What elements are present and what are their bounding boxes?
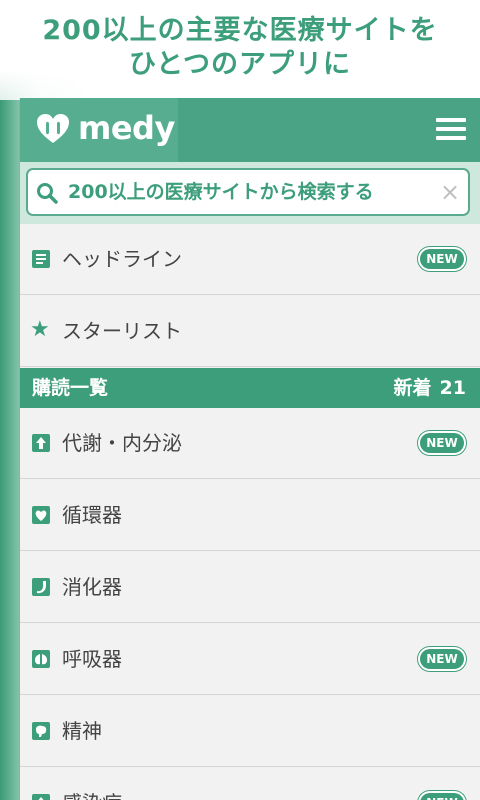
search-bar: 200以上の医療サイトから検索する ×	[20, 162, 480, 224]
new-badge: NEW	[418, 647, 466, 671]
new-count: 新着 21	[394, 368, 466, 408]
hamburger-menu-icon[interactable]	[436, 116, 466, 142]
document-icon	[32, 250, 50, 268]
heart-organ-icon	[32, 506, 50, 524]
app-header: medy	[20, 98, 480, 162]
new-badge: NEW	[418, 791, 466, 800]
menu-item-starlist[interactable]: ★ スターリスト	[20, 296, 480, 367]
lungs-icon	[32, 650, 50, 668]
promo-headline: 200以上の主要な医療サイトを ひとつのアプリに	[0, 14, 480, 82]
category-label: 代謝・内分泌	[62, 431, 182, 455]
category-respiratory[interactable]: 呼吸器 NEW	[20, 624, 480, 695]
stomach-icon	[32, 578, 50, 596]
metabolism-icon	[32, 434, 50, 452]
brain-icon	[32, 722, 50, 740]
category-cardiovascular[interactable]: 循環器	[20, 480, 480, 551]
category-digestive[interactable]: 消化器	[20, 552, 480, 623]
heart-logo-icon	[37, 114, 69, 143]
category-infection[interactable]: 感染症 NEW	[20, 768, 480, 800]
search-input[interactable]: 200以上の医療サイトから検索する ×	[26, 168, 470, 216]
menu-item-headline[interactable]: ヘッドライン NEW	[20, 224, 480, 295]
virus-icon	[32, 794, 50, 800]
subscription-header: 購読一覧 新着 21	[20, 368, 480, 408]
promo-line-1: 200以上の主要な医療サイトを	[42, 15, 438, 46]
new-badge: NEW	[418, 431, 466, 455]
new-count-value: 21	[439, 377, 466, 399]
menu-item-label: スターリスト	[62, 319, 182, 343]
logo-text: medy	[78, 109, 175, 147]
promo-line-2: ひとつのアプリに	[128, 49, 352, 80]
category-label: 消化器	[62, 575, 122, 599]
new-label: 新着	[393, 377, 432, 399]
search-placeholder: 200以上の医療サイトから検索する	[68, 181, 374, 203]
star-icon: ★	[30, 317, 50, 342]
clear-icon[interactable]: ×	[440, 180, 460, 204]
category-metabolism[interactable]: 代謝・内分泌 NEW	[20, 408, 480, 479]
app-screen: medy 200以上の医療サイトから検索する × ヘッドライン NEW ★ スタ…	[20, 98, 480, 800]
category-label: 呼吸器	[62, 647, 122, 671]
search-icon	[37, 183, 58, 204]
section-title: 購読一覧	[32, 377, 109, 399]
logo[interactable]: medy	[20, 98, 178, 162]
new-badge: NEW	[418, 247, 466, 271]
menu-item-label: ヘッドライン	[62, 247, 182, 271]
category-label: 精神	[62, 719, 102, 743]
category-label: 循環器	[62, 503, 122, 527]
category-psychiatry[interactable]: 精神	[20, 696, 480, 767]
category-label: 感染症	[62, 768, 122, 800]
